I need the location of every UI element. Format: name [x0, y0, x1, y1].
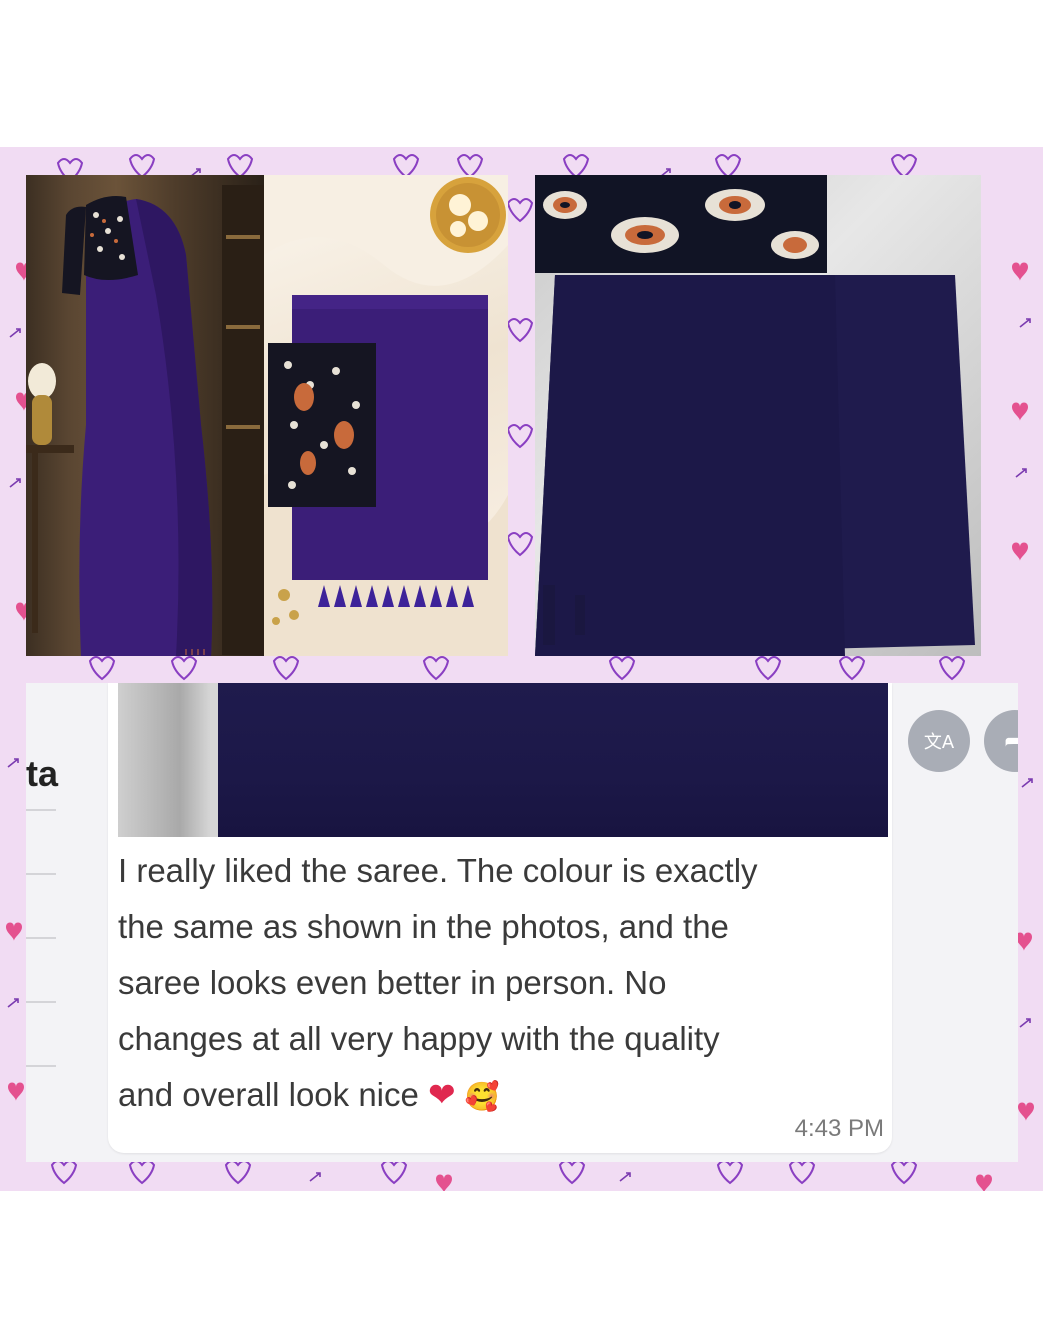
message-text: I really liked the saree. The colour is …: [118, 843, 888, 1125]
saree-customer-illustration: [535, 175, 975, 656]
heart-emoji: ❤: [428, 1076, 456, 1113]
message-time: 4:43 PM: [794, 1115, 884, 1142]
saree-fabric-image: [218, 683, 888, 837]
list-divider: [26, 1065, 56, 1067]
forward-icon: ➦: [1004, 726, 1018, 756]
translate-button[interactable]: 文A: [908, 710, 970, 772]
list-divider: [26, 809, 56, 811]
smiling-face-emoji: 🥰: [464, 1081, 500, 1112]
translate-icon: 文A: [923, 732, 955, 753]
saree-folded-product-photo: [264, 175, 508, 656]
partial-chat-text: ta: [26, 753, 59, 794]
collage-frame: ta I really liked the saree. The colour …: [0, 147, 1043, 1191]
list-divider: [26, 937, 56, 939]
message-body: I really liked the saree. The colour is …: [118, 852, 758, 1113]
message-bubble[interactable]: I really liked the saree. The colour is …: [108, 683, 892, 1153]
saree-folded-illustration: [264, 175, 508, 656]
forward-button[interactable]: ➦: [984, 710, 1018, 772]
chat-screenshot: ta I really liked the saree. The colour …: [26, 683, 1018, 1162]
list-divider: [26, 873, 56, 875]
saree-model-photo: [26, 175, 264, 656]
message-image[interactable]: [118, 683, 888, 837]
saree-customer-photo: [535, 175, 981, 656]
list-divider: [26, 1001, 56, 1003]
saree-model-illustration: [26, 185, 264, 656]
